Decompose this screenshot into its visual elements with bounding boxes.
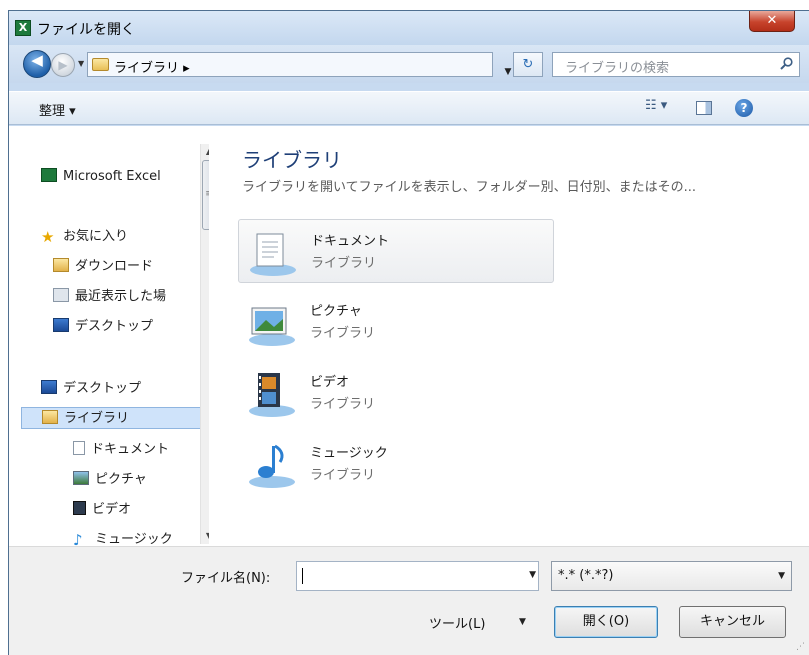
address-bar[interactable]: ライブラリ ▸ ▼	[87, 52, 511, 77]
star-icon: ★	[41, 228, 55, 246]
change-view-button[interactable]: ☷ ▾	[645, 98, 679, 120]
search-input[interactable]: ライブラリの検索	[552, 52, 800, 77]
dialog-title: ファイルを開く	[37, 22, 135, 38]
library-tile-videos[interactable]: ビデオ ライブラリ	[238, 361, 554, 425]
sidebar-item-videos[interactable]: ビデオ	[73, 499, 131, 521]
open-button[interactable]: 開く(O)	[554, 606, 658, 638]
library-tile-pictures[interactable]: ピクチャ ライブラリ	[238, 290, 554, 354]
sidebar-item-desktop[interactable]: デスクトップ	[41, 378, 141, 400]
navigation-pane: Microsoft Excel ★ お気に入り ダウンロード 最近表示した場 デス…	[9, 126, 209, 546]
sidebar-item-label: ドキュメント	[91, 442, 170, 457]
excel-app-icon: X	[15, 20, 31, 36]
forward-button[interactable]: ▶	[51, 53, 75, 77]
open-file-dialog: X ファイルを開く ✕ ◀ ▶ ▼ ライブラリ ▸ ▼ ↻ ライブラリの検索 整…	[8, 10, 809, 655]
title-bar: X ファイルを開く ✕	[9, 11, 809, 45]
sidebar-item-pictures[interactable]: ピクチャ	[73, 469, 147, 491]
scroll-thumb[interactable]: ≡	[202, 160, 209, 230]
file-type-select[interactable]: *.* (*.*?) ▼	[551, 561, 792, 591]
organize-menu[interactable]: 整理 ▾	[39, 100, 76, 119]
filename-dropdown-arrow[interactable]: ▼	[529, 570, 536, 580]
sidebar-item-music[interactable]: ♪ ミュージック	[73, 529, 173, 546]
tools-menu[interactable]: ツール(L)	[429, 613, 485, 632]
desktop-icon	[41, 380, 57, 394]
cancel-button[interactable]: キャンセル	[679, 606, 786, 638]
help-icon[interactable]: ?	[735, 99, 753, 117]
sidebar-item-favorites[interactable]: ★ お気に入り	[41, 226, 128, 248]
content-area: Microsoft Excel ★ お気に入り ダウンロード 最近表示した場 デス…	[9, 126, 809, 546]
library-type: ライブラリ	[310, 468, 376, 483]
library-tile-music[interactable]: ミュージック ライブラリ	[238, 432, 554, 496]
file-type-dropdown-arrow[interactable]: ▼	[778, 571, 785, 581]
library-icon	[42, 410, 58, 424]
text-caret	[302, 568, 303, 584]
library-folder-icon	[92, 58, 109, 71]
library-tile-documents[interactable]: ドキュメント ライブラリ	[238, 219, 554, 283]
sidebar-item-recent-places[interactable]: 最近表示した場	[53, 286, 166, 308]
tools-dropdown-arrow[interactable]: ▼	[519, 617, 526, 627]
file-list-pane: ライブラリ ライブラリを開いてファイルを表示し、フォルダー別、日付別、またはその…	[218, 126, 809, 546]
sidebar-item-label: ビデオ	[92, 502, 132, 517]
filename-input[interactable]: ▼	[296, 561, 539, 591]
library-name: ミュージック	[310, 446, 388, 461]
resize-grip[interactable]: ⋰	[796, 642, 805, 652]
file-type-value: *.* (*.*?)	[558, 568, 614, 583]
back-button[interactable]: ◀	[23, 50, 51, 78]
documents-library-icon	[250, 233, 296, 276]
recent-places-icon	[53, 288, 69, 302]
sidebar-item-label: ライブラリ	[64, 411, 130, 426]
breadcrumb-library[interactable]: ライブラリ ▸	[114, 57, 190, 76]
sidebar-item-label: Microsoft Excel	[63, 169, 161, 184]
desktop-icon	[53, 318, 69, 332]
sidebar-item-label: デスクトップ	[63, 381, 142, 396]
desktop-edge	[0, 0, 8, 655]
recent-locations-dropdown[interactable]: ▼	[78, 59, 84, 68]
scroll-up-arrow[interactable]: ▲	[201, 144, 209, 160]
close-button[interactable]: ✕	[749, 11, 795, 32]
library-type: ライブラリ	[310, 397, 376, 412]
sidebar-item-label: お気に入り	[63, 229, 129, 244]
sidebar-item-label: ピクチャ	[95, 472, 147, 487]
document-icon	[73, 441, 85, 455]
library-name: ビデオ	[310, 375, 350, 390]
search-icon[interactable]	[780, 57, 793, 70]
music-icon: ♪	[73, 531, 83, 547]
library-type: ライブラリ	[311, 256, 377, 271]
filename-label: ファイル名(N):	[181, 571, 271, 586]
sidebar-item-documents[interactable]: ドキュメント	[73, 439, 169, 461]
sidebar-item-desktop-favorite[interactable]: デスクトップ	[53, 316, 153, 338]
download-folder-icon	[53, 258, 69, 272]
library-heading: ライブラリ	[242, 148, 342, 172]
library-description: ライブラリを開いてファイルを表示し、フォルダー別、日付別、またはその...	[242, 180, 697, 195]
library-type: ライブラリ	[310, 326, 376, 341]
sidebar-item-microsoft-excel[interactable]: Microsoft Excel	[41, 166, 161, 188]
navigation-scrollbar[interactable]: ▲ ≡ ▼	[200, 144, 209, 544]
pictures-library-icon	[249, 307, 295, 346]
excel-icon	[41, 168, 57, 182]
search-placeholder: ライブラリの検索	[565, 61, 670, 76]
command-toolbar: 整理 ▾ ☷ ▾ ?	[9, 91, 809, 125]
refresh-button[interactable]: ↻	[513, 52, 543, 77]
library-name: ピクチャ	[310, 304, 362, 319]
video-icon	[73, 501, 86, 515]
videos-library-icon	[249, 373, 295, 417]
sidebar-item-label: ダウンロード	[75, 259, 154, 274]
music-library-icon	[249, 444, 295, 488]
library-name: ドキュメント	[311, 234, 390, 249]
sidebar-item-label: 最近表示した場	[75, 289, 167, 304]
sidebar-item-label: デスクトップ	[75, 319, 154, 334]
preview-pane-icon[interactable]	[696, 101, 712, 115]
sidebar-item-label: ミュージック	[95, 532, 173, 546]
picture-icon	[73, 471, 89, 485]
navigation-bar: ◀ ▶ ▼ ライブラリ ▸ ▼ ↻ ライブラリの検索	[9, 45, 809, 83]
sidebar-item-libraries[interactable]: ライブラリ	[21, 407, 201, 429]
dialog-footer: ファイル名(N): ▼ *.* (*.*?) ▼ ツール(L) ▼ 開く(O) …	[9, 546, 809, 655]
sidebar-item-downloads[interactable]: ダウンロード	[53, 256, 153, 278]
scroll-down-arrow[interactable]: ▼	[201, 528, 209, 544]
